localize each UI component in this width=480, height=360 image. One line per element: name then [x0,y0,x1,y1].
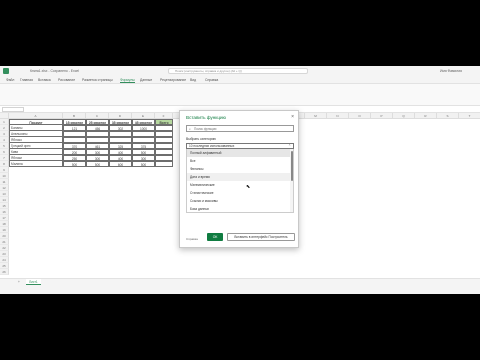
category-option[interactable]: Полный алфавитный [187,149,293,157]
insert-function-dialog: Вставить функцию × ⌕ Выбрать категорию 1… [179,110,299,248]
insert-to-builder-button[interactable]: Вставить в интерфейс Построитель [227,233,295,241]
category-option[interactable]: Финансы [187,165,293,173]
function-search-field[interactable]: ⌕ [186,125,294,132]
scrollbar-thumb[interactable] [290,151,293,181]
category-value: 10 последних использованных [189,144,235,148]
category-option[interactable]: База данных [187,205,293,212]
category-label: Выбрать категорию [186,137,216,141]
category-options-list[interactable]: Полный алфавитный Все Финансы Дата и вре… [186,149,294,213]
category-option[interactable]: Ссылки и массивы [187,197,293,205]
category-option[interactable]: Дата и время [187,173,293,181]
excel-window: Книга1.xlsx - Сохранено - Excel Поиск (и… [0,66,480,294]
function-search-input[interactable] [194,126,290,132]
category-option[interactable]: Математические [187,181,293,189]
list-scrollbar[interactable] [290,149,293,212]
search-icon: ⌕ [189,127,191,131]
close-icon[interactable]: × [291,114,294,120]
mouse-cursor-icon: ⬉ [246,184,251,190]
category-option[interactable]: Все [187,157,293,165]
dialog-title: Вставить функцию [186,115,226,120]
ok-button[interactable]: ОК [207,233,223,241]
help-link[interactable]: Справка [186,237,198,241]
category-option[interactable]: Статистические [187,189,293,197]
